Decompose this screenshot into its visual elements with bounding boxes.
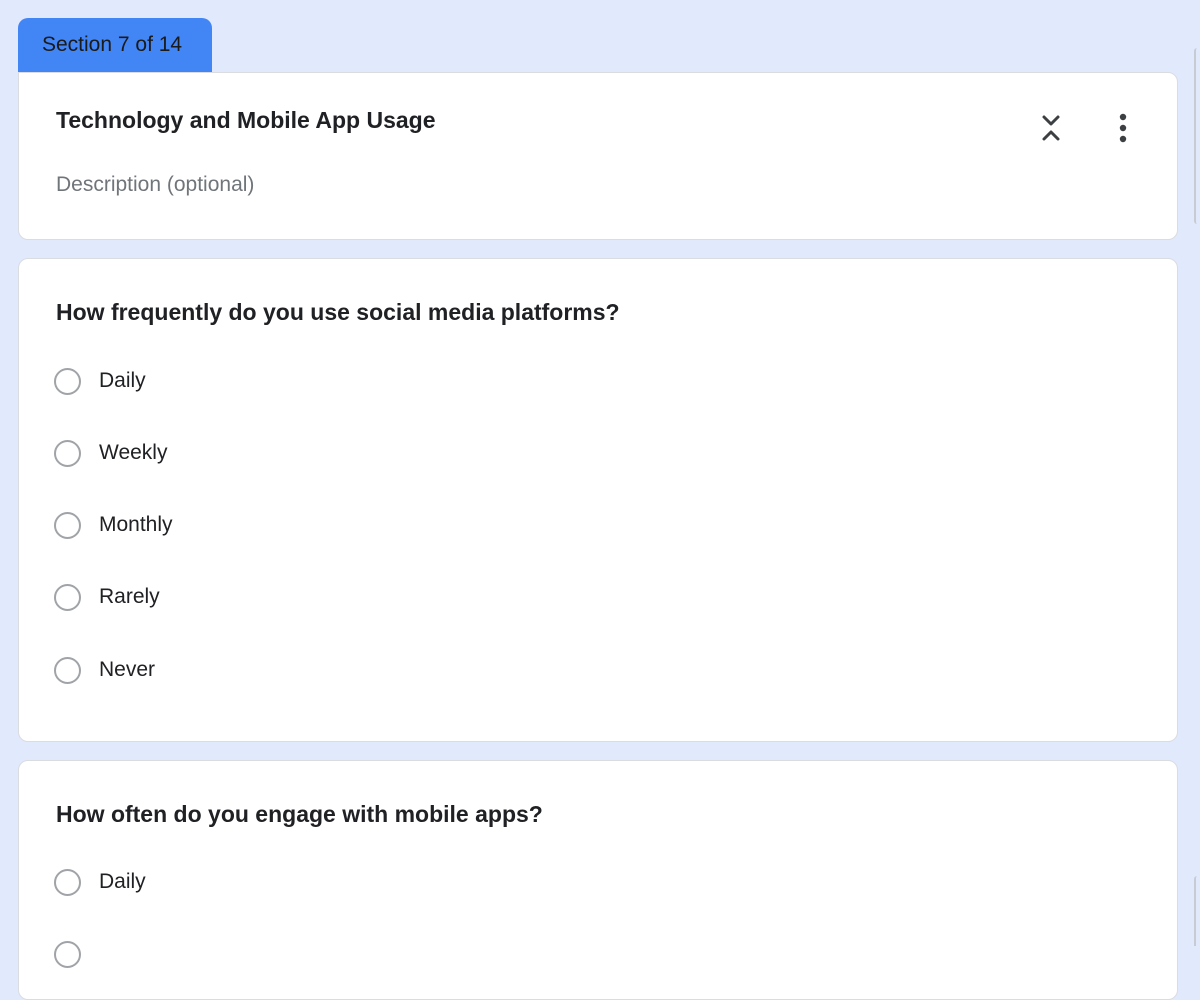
option-label: Weekly — [99, 441, 168, 464]
radio-option-rarely[interactable]: Rarely — [54, 580, 160, 614]
radio-button[interactable] — [54, 656, 81, 684]
section-description-field[interactable]: Description (optional) — [56, 173, 254, 197]
radio-button[interactable] — [54, 940, 81, 968]
radio-option-next[interactable] — [54, 937, 81, 971]
more-vertical-icon[interactable] — [1113, 111, 1133, 145]
radio-option-never[interactable]: Never — [54, 653, 155, 687]
question-title: How frequently do you use social media p… — [56, 299, 620, 325]
section-title[interactable]: Technology and Mobile App Usage — [56, 107, 436, 134]
radio-button[interactable] — [54, 367, 81, 395]
radio-button[interactable] — [54, 439, 81, 467]
question-card-mobile-apps: How often do you engage with mobile apps… — [18, 760, 1178, 1000]
option-label: Monthly — [99, 513, 173, 536]
section-tab-label: Section 7 of 14 — [42, 33, 183, 56]
section-tab: Section 7 of 14 — [18, 18, 212, 72]
radio-option-daily[interactable]: Daily — [54, 865, 146, 899]
radio-button[interactable] — [54, 868, 81, 896]
question-card-social-media: How frequently do you use social media p… — [18, 258, 1178, 742]
radio-button[interactable] — [54, 583, 81, 611]
side-toolbar-edge — [1194, 48, 1197, 224]
radio-option-daily[interactable]: Daily — [54, 364, 146, 398]
section-header-card: Technology and Mobile App Usage Descript… — [18, 72, 1178, 240]
option-label: Rarely — [99, 585, 160, 608]
question-title: How often do you engage with mobile apps… — [56, 801, 543, 827]
option-label: Never — [99, 658, 156, 681]
option-label: Daily — [99, 369, 146, 392]
side-toolbar-edge — [1194, 876, 1197, 946]
radio-option-weekly[interactable]: Weekly — [54, 436, 167, 470]
radio-option-monthly[interactable]: Monthly — [54, 508, 173, 542]
radio-button[interactable] — [54, 511, 81, 539]
collapse-icon[interactable] — [1037, 111, 1065, 145]
option-label: Daily — [99, 870, 146, 893]
